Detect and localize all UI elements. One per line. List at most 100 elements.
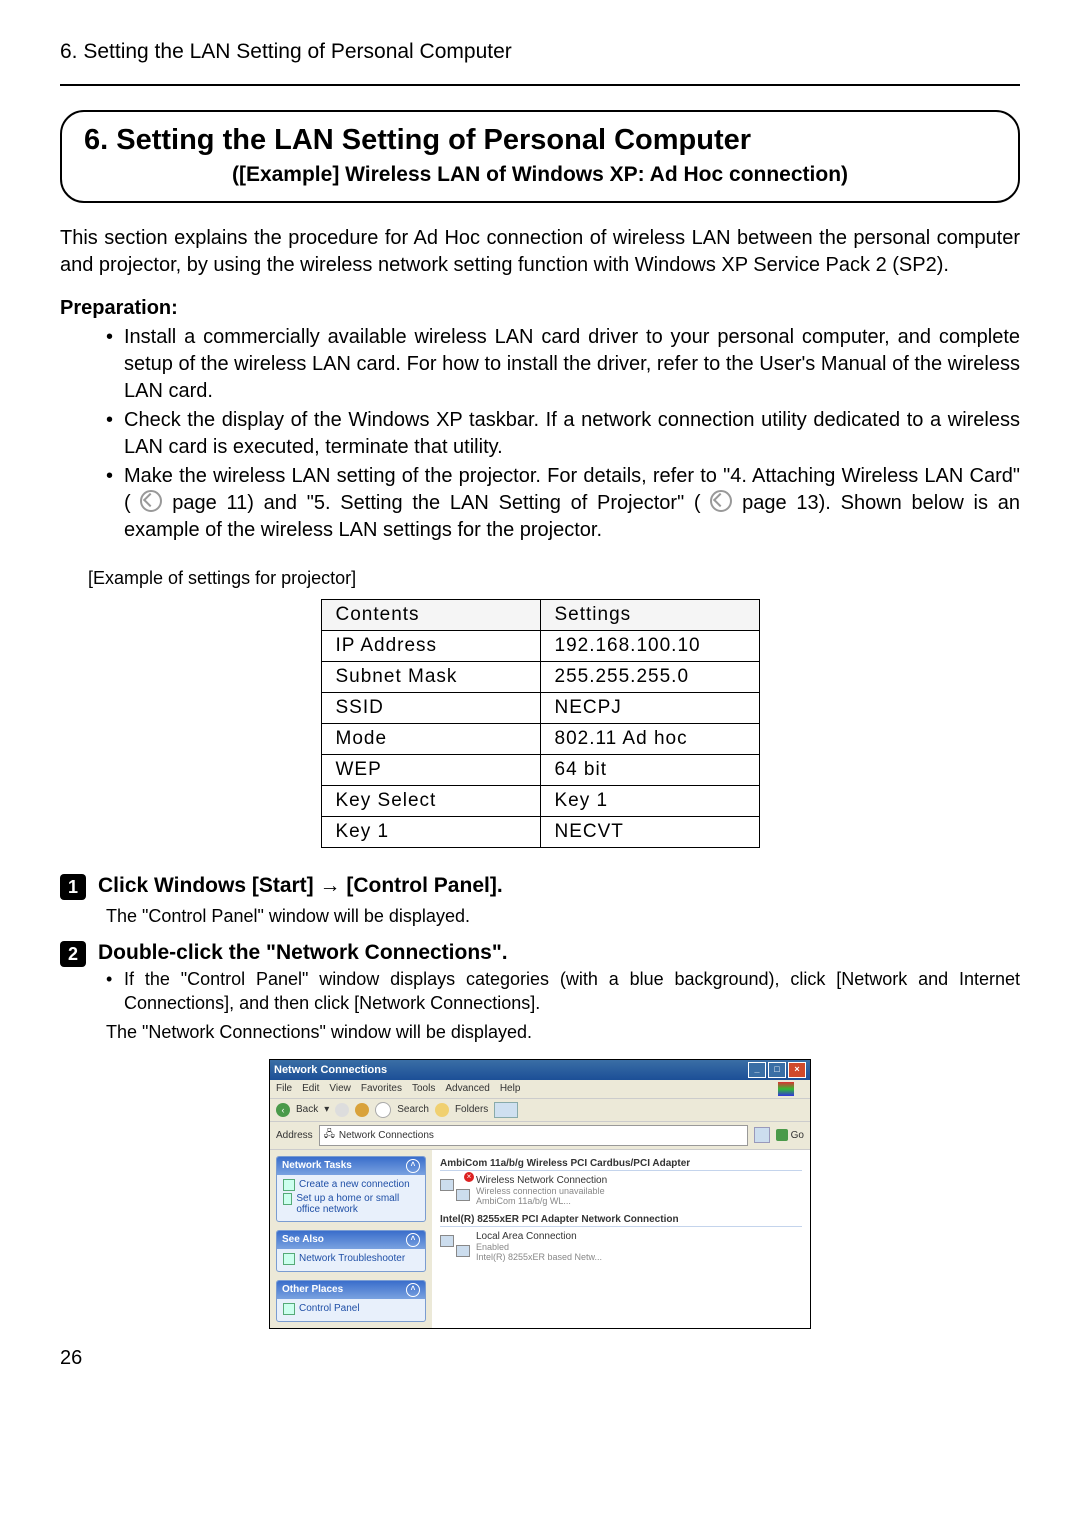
connection-group-header: Intel(R) 8255xER PCI Adapter Network Con…	[440, 1214, 802, 1227]
panel-title: Other Places	[282, 1284, 343, 1295]
address-field[interactable]: 🖧 Network Connections	[319, 1125, 748, 1146]
other-places-panel: Other Places ˄ Control Panel	[276, 1280, 426, 1322]
disconnected-badge-icon: ×	[464, 1172, 474, 1182]
panel-header[interactable]: Other Places ˄	[277, 1281, 425, 1299]
table-cell: IP Address	[321, 631, 540, 662]
network-connections-window: Network Connections _ □ × File Edit View…	[269, 1059, 811, 1329]
back-button[interactable]: Back	[296, 1104, 318, 1115]
step-title: Click Windows [Start] → [Control Panel].	[98, 874, 503, 898]
preparation-list: Install a commercially available wireles…	[106, 324, 1020, 544]
table-cell: 802.11 Ad hoc	[540, 724, 759, 755]
collapse-icon[interactable]: ˄	[406, 1233, 420, 1247]
table-cell: SSID	[321, 693, 540, 724]
table-cell: 255.255.255.0	[540, 662, 759, 693]
table-cell: Mode	[321, 724, 540, 755]
connection-status: Enabled	[476, 1242, 602, 1252]
page-ref-icon	[140, 490, 162, 512]
table-cell: NECPJ	[540, 693, 759, 724]
task-setup-network[interactable]: Set up a home or small office network	[283, 1193, 419, 1215]
window-titlebar[interactable]: Network Connections _ □ ×	[270, 1060, 810, 1080]
task-label: Control Panel	[299, 1303, 360, 1314]
table-row: WEP64 bit	[321, 755, 759, 786]
menu-advanced[interactable]: Advanced	[445, 1083, 489, 1094]
link-control-panel[interactable]: Control Panel	[283, 1303, 419, 1315]
address-value: Network Connections	[339, 1130, 434, 1141]
section-title: 6. Setting the LAN Setting of Personal C…	[84, 124, 996, 157]
header-rule	[60, 84, 1020, 86]
connection-status: Wireless connection unavailable	[476, 1186, 607, 1196]
windows-flag-icon	[778, 1082, 794, 1096]
step-1: 1 Click Windows [Start] → [Control Panel…	[60, 874, 1020, 900]
menu-bar: File Edit View Favorites Tools Advanced …	[270, 1080, 810, 1098]
menu-tools[interactable]: Tools	[412, 1083, 435, 1094]
step-title: Double-click the "Network Connections".	[98, 941, 508, 965]
collapse-icon[interactable]: ˄	[406, 1159, 420, 1173]
menu-view[interactable]: View	[329, 1083, 351, 1094]
see-also-panel: See Also ˄ Network Troubleshooter	[276, 1230, 426, 1272]
table-cell: Subnet Mask	[321, 662, 540, 693]
go-icon	[776, 1129, 788, 1141]
running-header: 6. Setting the LAN Setting of Personal C…	[60, 40, 1020, 64]
task-label: Network Troubleshooter	[299, 1253, 405, 1264]
text: page 11) and "5. Setting the LAN Setting…	[172, 492, 700, 514]
views-button[interactable]	[494, 1102, 518, 1118]
task-icon	[283, 1179, 295, 1191]
table-header-row: Contents Settings	[321, 600, 759, 631]
address-bar: Address 🖧 Network Connections Go	[270, 1122, 810, 1150]
panel-header[interactable]: Network Tasks˄	[277, 1157, 425, 1175]
link-troubleshooter[interactable]: Network Troubleshooter	[283, 1253, 419, 1265]
network-tasks-panel: Network Tasks˄ Create a new connection S…	[276, 1156, 426, 1222]
collapse-icon[interactable]: ˄	[406, 1283, 420, 1297]
folders-button[interactable]: Folders	[455, 1104, 488, 1115]
panel-header[interactable]: See Also ˄	[277, 1231, 425, 1249]
table-row: Mode802.11 Ad hoc	[321, 724, 759, 755]
preparation-item: Make the wireless LAN setting of the pro…	[106, 463, 1020, 544]
table-cell: Key 1	[540, 786, 759, 817]
step-number-badge: 2	[60, 941, 86, 967]
task-create-connection[interactable]: Create a new connection	[283, 1179, 419, 1191]
table-header-cell: Contents	[321, 600, 540, 631]
search-button[interactable]: Search	[397, 1104, 429, 1115]
panel-title: See Also	[282, 1234, 324, 1245]
back-icon[interactable]: ‹	[276, 1103, 290, 1117]
minimize-button[interactable]: _	[748, 1062, 766, 1078]
section-title-box: 6. Setting the LAN Setting of Personal C…	[60, 110, 1020, 203]
go-label: Go	[791, 1130, 804, 1141]
connection-detail: AmbiCom 11a/b/g WL...	[476, 1196, 607, 1206]
step-2: 2 Double-click the "Network Connections"…	[60, 941, 1020, 967]
address-label: Address	[276, 1130, 313, 1141]
menu-file[interactable]: File	[276, 1083, 292, 1094]
maximize-button[interactable]: □	[768, 1062, 786, 1078]
table-cell: 64 bit	[540, 755, 759, 786]
step-body: The "Network Connections" window will be…	[106, 1022, 1020, 1043]
preparation-item: Check the display of the Windows XP task…	[106, 407, 1020, 461]
table-row: Key SelectKey 1	[321, 786, 759, 817]
up-icon[interactable]	[355, 1103, 369, 1117]
folders-icon[interactable]	[435, 1103, 449, 1117]
close-button[interactable]: ×	[788, 1062, 806, 1078]
search-icon[interactable]	[375, 1102, 391, 1118]
intro-paragraph: This section explains the procedure for …	[60, 225, 1020, 279]
task-icon	[283, 1303, 295, 1315]
menu-favorites[interactable]: Favorites	[361, 1083, 402, 1094]
page-number: 26	[60, 1347, 1020, 1370]
table-row: Key 1NECVT	[321, 817, 759, 848]
back-dropdown[interactable]: ▾	[324, 1104, 329, 1115]
table-row: SSIDNECPJ	[321, 693, 759, 724]
menu-help[interactable]: Help	[500, 1083, 521, 1094]
window-title: Network Connections	[274, 1064, 387, 1076]
task-label: Create a new connection	[299, 1179, 410, 1190]
wireless-connection-item[interactable]: × Wireless Network Connection Wireless c…	[440, 1175, 802, 1206]
step-body: The "Control Panel" window will be displ…	[106, 906, 1020, 927]
menu-edit[interactable]: Edit	[302, 1083, 319, 1094]
forward-icon[interactable]	[335, 1103, 349, 1117]
table-cell: 192.168.100.10	[540, 631, 759, 662]
table-header-cell: Settings	[540, 600, 759, 631]
connection-detail: Intel(R) 8255xER based Netw...	[476, 1252, 602, 1262]
task-icon	[283, 1253, 295, 1265]
go-button[interactable]: Go	[776, 1129, 804, 1141]
step-sub-item: If the "Control Panel" window displays c…	[106, 967, 1020, 1016]
connection-icon	[440, 1231, 470, 1257]
lan-connection-item[interactable]: Local Area Connection Enabled Intel(R) 8…	[440, 1231, 802, 1262]
address-dropdown[interactable]	[754, 1127, 770, 1143]
